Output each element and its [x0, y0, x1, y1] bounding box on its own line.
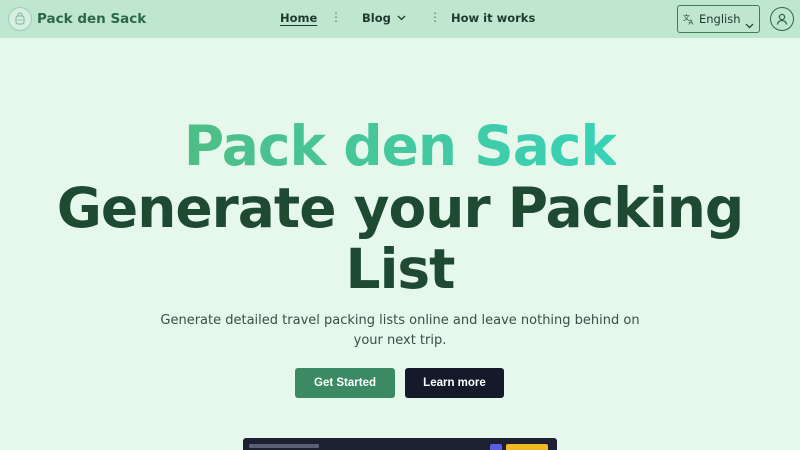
- app-preview-image: [243, 438, 557, 450]
- nav-item-blog[interactable]: Blog: [362, 11, 406, 25]
- nav-separator: ⋮: [330, 10, 342, 24]
- get-started-button[interactable]: Get Started: [295, 368, 395, 398]
- svg-text:A: A: [689, 19, 694, 26]
- top-navbar: Pack den Sack Home ⋮ Blog ⋮ How it works…: [0, 0, 800, 38]
- preview-indicator: [490, 444, 502, 450]
- backpack-logo-icon: [8, 7, 32, 31]
- hero-title-line: Generate your Packing: [56, 176, 744, 240]
- hero-subtitle: Generate detailed travel packing lists o…: [160, 313, 640, 348]
- learn-more-button[interactable]: Learn more: [405, 368, 504, 398]
- preview-title-bar: [249, 444, 319, 448]
- chevron-down-icon: [745, 14, 754, 33]
- brand-name: Pack den Sack: [37, 11, 147, 27]
- nav-item-blog-label: Blog: [362, 11, 391, 25]
- hero-title-line: List: [345, 237, 456, 301]
- account-button[interactable]: [770, 7, 794, 31]
- language-select[interactable]: 文 A English: [677, 5, 760, 33]
- user-icon: [775, 12, 789, 26]
- preview-badge: [506, 444, 548, 450]
- brand[interactable]: Pack den Sack: [8, 7, 146, 31]
- nav-item-home[interactable]: Home: [280, 11, 317, 25]
- translate-icon: 文 A: [683, 13, 695, 25]
- chevron-down-icon: [397, 15, 406, 21]
- hero-brand-title: Pack den Sack: [183, 114, 617, 178]
- nav-separator: ⋮: [429, 10, 441, 24]
- language-label: English: [699, 12, 741, 26]
- nav-item-how-it-works[interactable]: How it works: [451, 11, 535, 25]
